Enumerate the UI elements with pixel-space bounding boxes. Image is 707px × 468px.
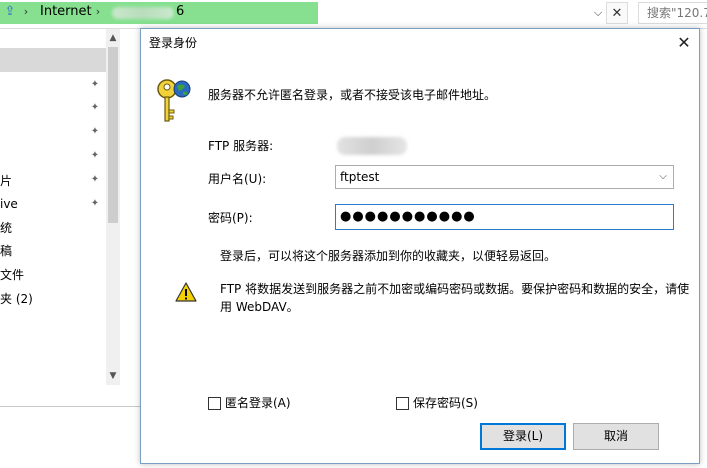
scrollbar-thumb[interactable] [108, 47, 118, 223]
chevron-right-icon[interactable]: › [20, 4, 32, 20]
login-dialog: 登录身份 ✕ 服务器不允许匿名登录，或者不接受该电子邮件地址。 FTP 服务器:… [140, 28, 700, 464]
ftp-server-label: FTP 服务器: [208, 139, 274, 153]
close-icon[interactable]: ✕ [606, 2, 628, 24]
password-label: 密码(P): [208, 211, 253, 225]
pin-icon[interactable]: ✦ [89, 102, 101, 114]
login-message: 服务器不允许匿名登录，或者不接受该电子邮件地址。 [208, 88, 497, 102]
nav-scrollbar[interactable]: ▲ ▼ [106, 29, 120, 385]
chevron-right-icon[interactable]: › [92, 4, 104, 20]
redacted-server-address [337, 137, 407, 155]
password-field[interactable]: ●●●●●●●●●●● [335, 204, 674, 230]
login-button[interactable]: 登录(L) [480, 423, 566, 450]
divider [0, 406, 140, 407]
password-value[interactable]: ●●●●●●●●●●● [340, 209, 476, 225]
username-combobox[interactable]: ftptest ⌵ [335, 165, 674, 189]
dialog-title: 登录身份 [149, 36, 198, 50]
search-input[interactable]: 搜索"120.7 [638, 2, 707, 24]
save-password-label[interactable]: 保存密码(S) [413, 396, 478, 410]
security-warning-line: FTP 将数据发送到服务器之前不加密或编码密码或数据。要保护密码和数据的安全，请… [220, 282, 690, 296]
security-warning-line: 用 WebDAV。 [220, 300, 299, 314]
nav-item[interactable]: 夹 (2) [0, 292, 33, 306]
nav-selected-item[interactable] [0, 48, 106, 72]
nav-item[interactable]: 片 [0, 174, 12, 188]
breadcrumb-tail[interactable]: 6 [176, 4, 184, 20]
nav-item[interactable]: 统 [0, 221, 12, 235]
pin-icon[interactable]: ✦ [89, 126, 101, 138]
pin-icon[interactable]: ✦ [89, 174, 101, 186]
anonymous-login-label[interactable]: 匿名登录(A) [225, 396, 291, 410]
breadcrumb-internet[interactable]: Internet [40, 4, 92, 20]
scroll-down-icon[interactable]: ▼ [106, 369, 120, 383]
pin-icon[interactable]: ✦ [89, 79, 101, 91]
address-dropdown-icon[interactable]: ⌵ [590, 4, 606, 22]
username-value[interactable]: ftptest [340, 170, 379, 184]
close-icon[interactable]: ✕ [671, 31, 697, 55]
save-password-checkbox[interactable] [396, 397, 409, 410]
redacted-address [112, 7, 174, 19]
nav-item[interactable]: 稿 [0, 244, 12, 258]
address-bar[interactable]: ⇪ › Internet › 6 ⌵ ✕ 搜索"120.7 [0, 0, 707, 29]
warning-icon [175, 282, 197, 302]
pin-icon[interactable]: ✦ [89, 150, 101, 162]
network-location-icon: ⇪ [4, 4, 16, 19]
scroll-up-icon[interactable]: ▲ [106, 31, 120, 45]
security-warning: FTP 将数据发送到服务器之前不加密或编码密码或数据。要保护密码和数据的安全，请… [220, 280, 690, 316]
navigation-pane: ✦ ✦ ✦ ✦ ✦ ✦ 片 ive 统 稿 文件 夹 (2) [0, 29, 106, 389]
anonymous-login-checkbox[interactable] [208, 397, 221, 410]
nav-item[interactable]: ive [0, 197, 18, 211]
pin-icon[interactable]: ✦ [89, 198, 101, 210]
username-label: 用户名(U): [208, 172, 267, 186]
favorites-hint: 登录后，可以将这个服务器添加到你的收藏夹，以便轻易返回。 [220, 249, 557, 263]
key-globe-icon [157, 79, 191, 122]
chevron-down-icon[interactable]: ⌵ [657, 170, 669, 184]
cancel-button[interactable]: 取消 [573, 423, 659, 450]
nav-item[interactable]: 文件 [0, 268, 24, 282]
